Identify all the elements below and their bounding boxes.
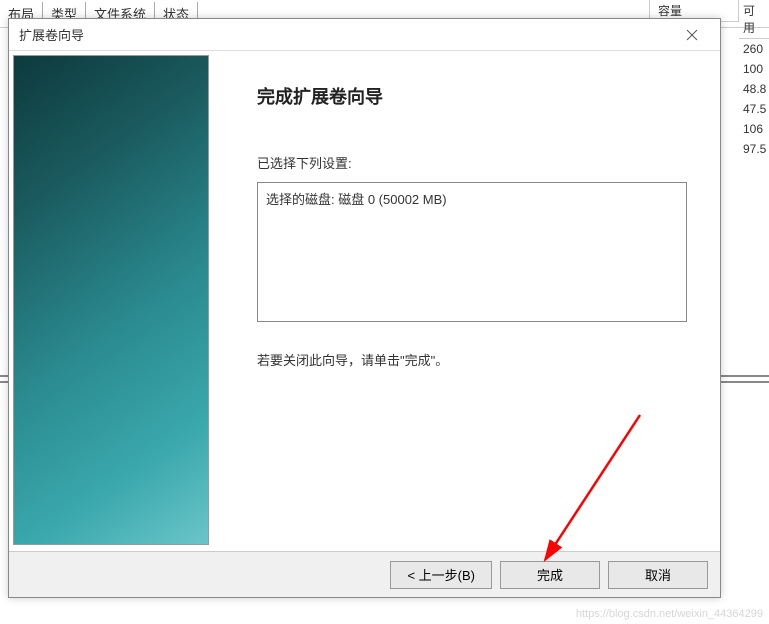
back-button[interactable]: < 上一步(B) bbox=[390, 561, 492, 589]
dialog-body: 完成扩展卷向导 已选择下列设置: 选择的磁盘: 磁盘 0 (50002 MB) … bbox=[9, 51, 720, 551]
bg-value: 47.5 bbox=[739, 99, 769, 119]
wizard-sidebar-graphic bbox=[13, 55, 209, 545]
button-bar: < 上一步(B) 完成 取消 bbox=[9, 551, 720, 597]
bg-value: 106 bbox=[739, 119, 769, 139]
bg-value: 260 bbox=[739, 39, 769, 59]
cancel-button[interactable]: 取消 bbox=[608, 561, 708, 589]
dialog-title: 扩展卷向导 bbox=[19, 25, 84, 44]
settings-line: 选择的磁盘: 磁盘 0 (50002 MB) bbox=[266, 189, 678, 208]
close-button[interactable] bbox=[674, 21, 710, 49]
wizard-heading: 完成扩展卷向导 bbox=[257, 83, 696, 109]
wizard-content: 完成扩展卷向导 已选择下列设置: 选择的磁盘: 磁盘 0 (50002 MB) … bbox=[209, 51, 720, 551]
bg-value: 48.8 bbox=[739, 79, 769, 99]
bg-value: 100 bbox=[739, 59, 769, 79]
watermark-text: https://blog.csdn.net/weixin_44364299 bbox=[576, 608, 763, 620]
finish-button[interactable]: 完成 bbox=[500, 561, 600, 589]
settings-listbox[interactable]: 选择的磁盘: 磁盘 0 (50002 MB) bbox=[257, 182, 687, 322]
wizard-dialog: 扩展卷向导 完成扩展卷向导 已选择下列设置: 选择的磁盘: 磁盘 0 (5000… bbox=[8, 18, 721, 598]
selected-settings-label: 已选择下列设置: bbox=[257, 153, 696, 172]
background-available-column: 可用 260 100 48.8 47.5 106 97.5 bbox=[739, 0, 769, 159]
col-available: 可用 bbox=[739, 0, 769, 39]
bg-value: 97.5 bbox=[739, 139, 769, 159]
titlebar: 扩展卷向导 bbox=[9, 19, 720, 51]
finish-instruction: 若要关闭此向导，请单击"完成"。 bbox=[257, 350, 696, 369]
close-icon bbox=[686, 29, 698, 41]
